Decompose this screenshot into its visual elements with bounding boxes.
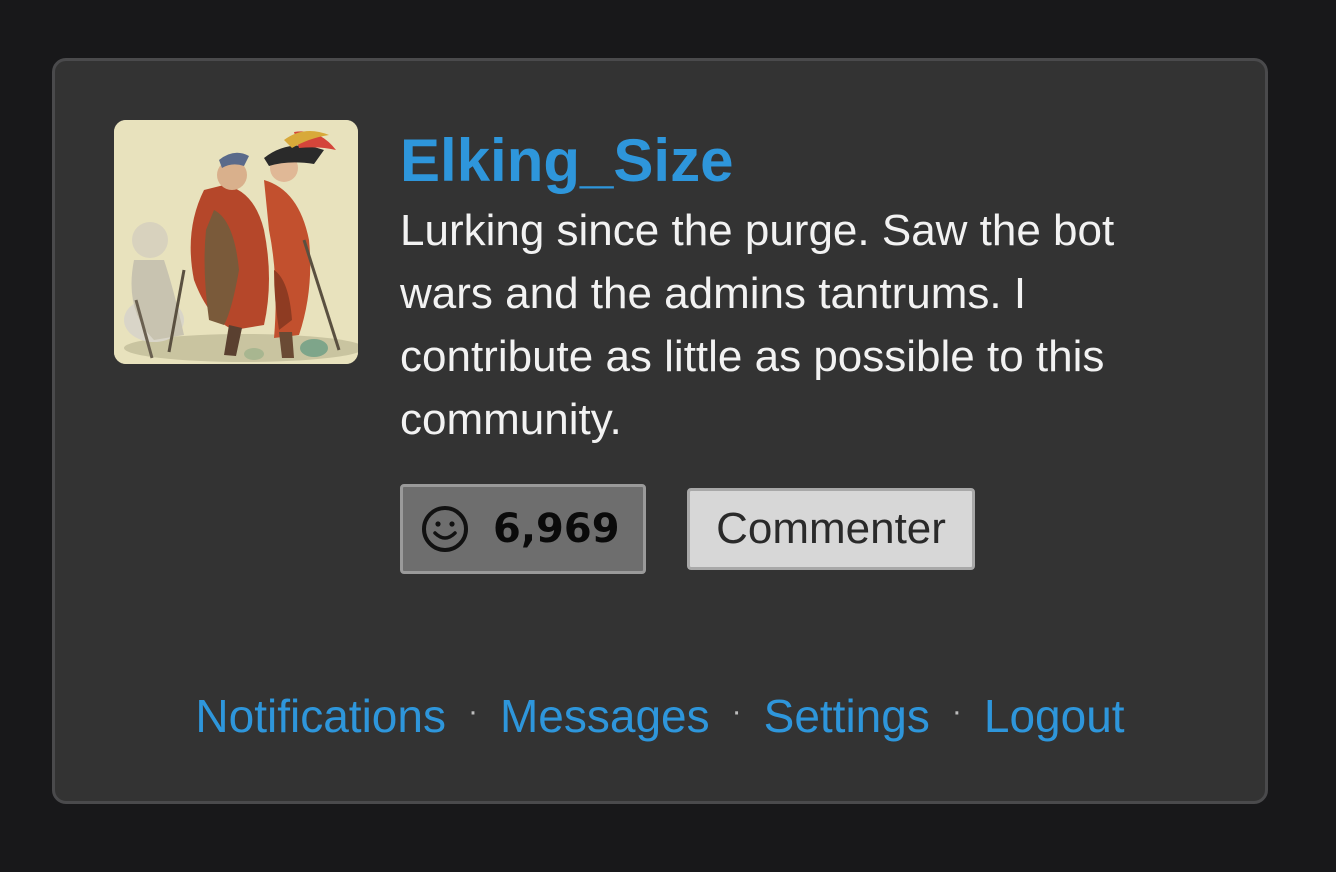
avatar-image	[114, 120, 358, 364]
nav-separator: ·	[467, 694, 478, 728]
profile-info: Elking_Size Lurking since the purge. Saw…	[400, 125, 1220, 451]
notifications-link[interactable]: Notifications	[195, 690, 446, 742]
nav-separator: ·	[951, 694, 962, 728]
karma-count: 6,969	[493, 506, 620, 552]
logout-link[interactable]: Logout	[984, 690, 1125, 742]
settings-link[interactable]: Settings	[764, 690, 930, 742]
messages-link[interactable]: Messages	[500, 690, 710, 742]
bio-text: Lurking since the purge. Saw the bot war…	[400, 206, 1115, 444]
account-nav: Notifications · Messages · Settings · Logout	[55, 686, 1265, 750]
karma-badge[interactable]: 6,969	[400, 484, 646, 574]
profile-card: Elking_Size Lurking since the purge. Saw…	[52, 58, 1268, 804]
nav-separator: ·	[731, 694, 742, 728]
username-link[interactable]: Elking_Size	[400, 125, 733, 197]
smiley-icon	[422, 506, 468, 552]
role-badge: Commenter	[687, 488, 975, 570]
avatar[interactable]	[114, 120, 358, 364]
